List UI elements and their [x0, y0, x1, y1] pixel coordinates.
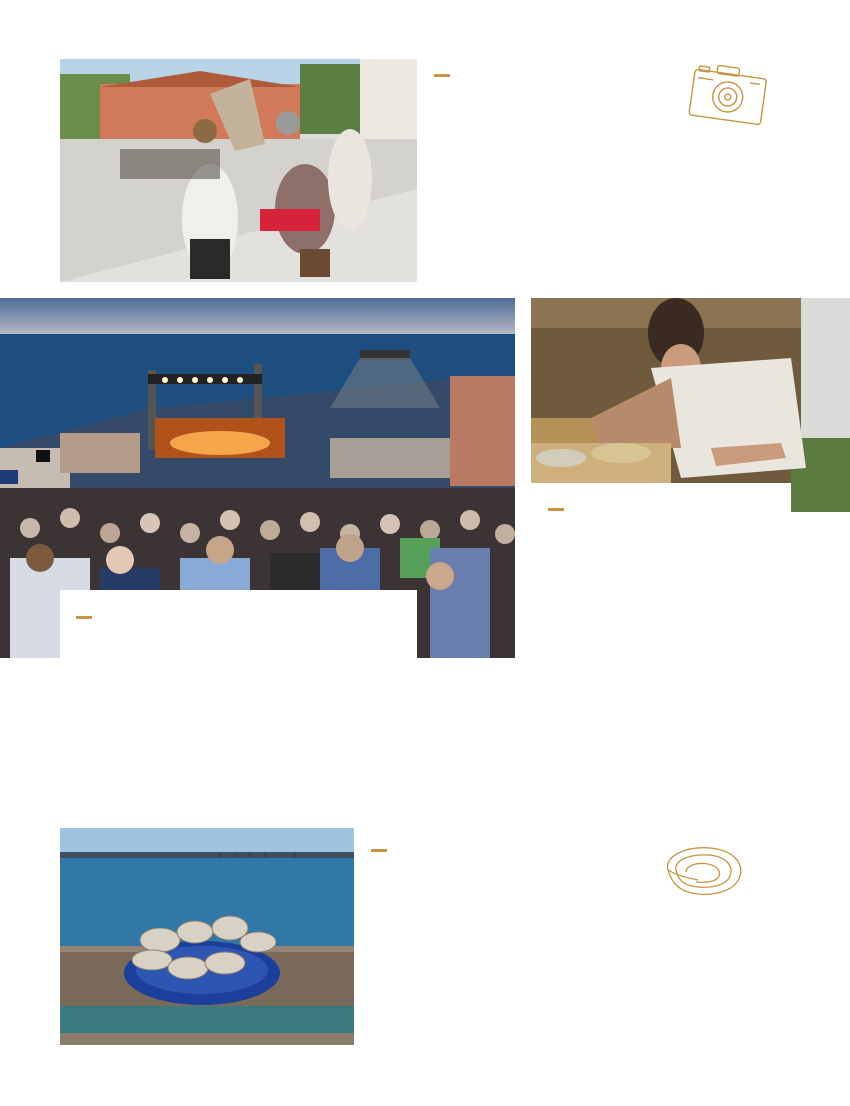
caption-marker [548, 508, 564, 511]
concert-caption-box [60, 590, 417, 658]
medieval-battle-photo [60, 59, 417, 282]
oyster-icon [658, 842, 746, 898]
caption-marker [434, 74, 450, 77]
artisan-craft-photo [531, 298, 850, 512]
caption-marker [371, 849, 387, 852]
camera-icon [686, 60, 770, 130]
caption-marker [76, 616, 92, 619]
artisan-caption-box [531, 484, 791, 512]
oysters-plate-photo [60, 828, 354, 1045]
